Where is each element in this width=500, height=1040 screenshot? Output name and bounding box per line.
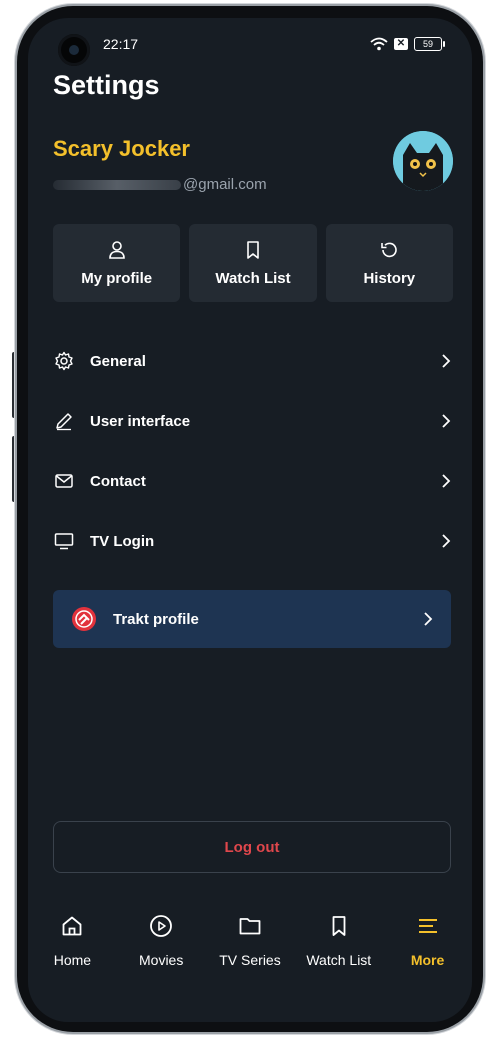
trakt-profile-button[interactable]: Trakt profile xyxy=(53,590,451,648)
menu-item-tv-login[interactable]: TV Login xyxy=(53,511,453,571)
status-bar: 22:17 ✕ 59 xyxy=(28,18,472,66)
watch-list-label: Watch List xyxy=(215,269,291,287)
nav-item-home[interactable]: Home xyxy=(28,898,116,988)
logout-button[interactable]: Log out xyxy=(53,821,451,873)
menu-item-general[interactable]: General xyxy=(53,331,453,391)
play-circle-icon xyxy=(150,915,173,937)
chevron-right-icon xyxy=(439,414,453,428)
nav-item-movies[interactable]: Movies xyxy=(117,898,205,988)
screen: 22:17 ✕ 59 Settings Scary Jocker @gmail.… xyxy=(28,18,472,1022)
status-time: 22:17 xyxy=(103,36,139,52)
nav-item-more[interactable]: More xyxy=(384,898,472,988)
nav-label: Movies xyxy=(139,952,184,968)
home-icon xyxy=(62,916,82,936)
front-camera xyxy=(58,34,90,66)
menu-item-label: TV Login xyxy=(90,532,155,550)
nav-label: More xyxy=(410,952,445,968)
gear-icon xyxy=(53,350,75,372)
avatar[interactable] xyxy=(393,131,453,191)
battery-icon: 59 xyxy=(414,37,445,51)
user-name: Scary Jocker xyxy=(53,136,190,161)
trakt-logo-icon xyxy=(72,607,96,631)
menu-item-user-interface[interactable]: User interface xyxy=(53,391,453,451)
trakt-profile-label: Trakt profile xyxy=(113,610,199,628)
bookmark-icon xyxy=(332,916,346,936)
history-label: History xyxy=(363,269,416,287)
watch-list-button[interactable]: Watch List xyxy=(189,224,317,302)
person-icon xyxy=(108,240,125,259)
mail-icon xyxy=(53,470,75,492)
my-profile-button[interactable]: My profile xyxy=(53,224,181,302)
email-redacted xyxy=(53,179,181,190)
logout-label: Log out xyxy=(224,838,280,856)
quick-actions: My profile Watch List History xyxy=(53,224,453,302)
notification-x-icon: ✕ xyxy=(394,38,408,50)
nav-label: Watch List xyxy=(306,952,372,968)
menu-item-label: Contact xyxy=(90,472,146,490)
bookmark-icon xyxy=(247,240,259,259)
history-icon xyxy=(381,242,398,257)
chevron-right-icon xyxy=(439,534,453,548)
nav-item-tv-series[interactable]: TV Series xyxy=(206,898,294,988)
menu-icon xyxy=(418,919,437,933)
wifi-icon xyxy=(370,37,388,51)
menu-item-label: User interface xyxy=(90,412,191,430)
page-title: Settings xyxy=(53,70,160,100)
folder-icon xyxy=(239,918,261,935)
chevron-right-icon xyxy=(439,474,453,488)
nav-label: Home xyxy=(53,952,92,968)
status-icons: ✕ 59 xyxy=(370,37,445,51)
pencil-icon xyxy=(53,410,75,432)
settings-menu: General User interface Contact TV Login xyxy=(53,331,453,571)
nav-item-watch-list[interactable]: Watch List xyxy=(295,898,383,988)
chevron-right-icon xyxy=(421,612,435,626)
menu-item-label: General xyxy=(90,352,146,370)
nav-label: TV Series xyxy=(219,952,281,968)
menu-item-contact[interactable]: Contact xyxy=(53,451,453,511)
user-email: @gmail.com xyxy=(53,176,267,193)
bottom-nav: Home Movies TV Series Watch List More xyxy=(28,898,472,988)
my-profile-label: My profile xyxy=(81,269,153,287)
monitor-icon xyxy=(53,530,75,552)
history-button[interactable]: History xyxy=(325,224,453,302)
chevron-right-icon xyxy=(439,354,453,368)
cat-avatar-icon xyxy=(393,131,453,191)
email-suffix: @gmail.com xyxy=(183,176,267,193)
